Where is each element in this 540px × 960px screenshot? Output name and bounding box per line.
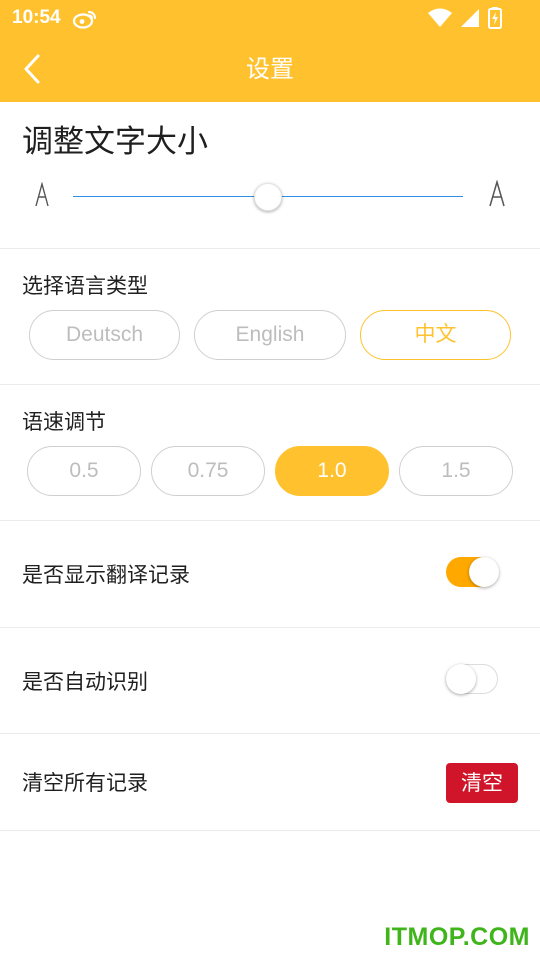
page-title: 设置 xyxy=(246,55,294,83)
font-size-slider-row xyxy=(0,172,540,222)
divider xyxy=(0,830,540,831)
small-font-glyph xyxy=(34,181,50,212)
large-font-glyph xyxy=(488,179,506,212)
status-icons xyxy=(428,7,502,33)
lang-option-english[interactable]: English xyxy=(194,310,346,360)
divider xyxy=(0,248,540,249)
clear-history-button[interactable]: 清空 xyxy=(446,763,518,803)
lang-option-deutsch[interactable]: Deutsch xyxy=(29,310,180,360)
auto-detect-label: 是否自动识别 xyxy=(22,670,148,694)
language-title: 选择语言类型 xyxy=(22,274,148,298)
toggle-knob xyxy=(446,664,476,694)
wifi-icon xyxy=(428,8,452,32)
signal-icon xyxy=(460,8,480,32)
app-header: 10:54 设置 xyxy=(0,0,540,102)
speed-option-0-75[interactable]: 0.75 xyxy=(151,446,265,496)
font-size-slider-thumb[interactable] xyxy=(254,183,282,211)
divider xyxy=(0,520,540,521)
clear-history-label: 清空所有记录 xyxy=(22,771,148,795)
font-size-title: 调整文字大小 xyxy=(22,124,208,160)
divider xyxy=(0,733,540,734)
status-time: 10:54 xyxy=(12,7,61,28)
show-history-label: 是否显示翻译记录 xyxy=(22,563,190,587)
speed-option-1-0[interactable]: 1.0 xyxy=(275,446,389,496)
show-history-toggle[interactable] xyxy=(446,557,499,587)
battery-charging-icon xyxy=(488,7,502,33)
divider xyxy=(0,384,540,385)
watermark: ITMOP.COM xyxy=(384,923,530,951)
speed-title: 语速调节 xyxy=(22,410,106,434)
weibo-icon xyxy=(72,8,98,34)
toggle-knob xyxy=(469,557,499,587)
speed-option-1-5[interactable]: 1.5 xyxy=(399,446,513,496)
speed-option-0-5[interactable]: 0.5 xyxy=(27,446,141,496)
auto-detect-toggle[interactable] xyxy=(446,664,498,694)
divider xyxy=(0,627,540,628)
lang-option-chinese[interactable]: 中文 xyxy=(360,310,511,360)
